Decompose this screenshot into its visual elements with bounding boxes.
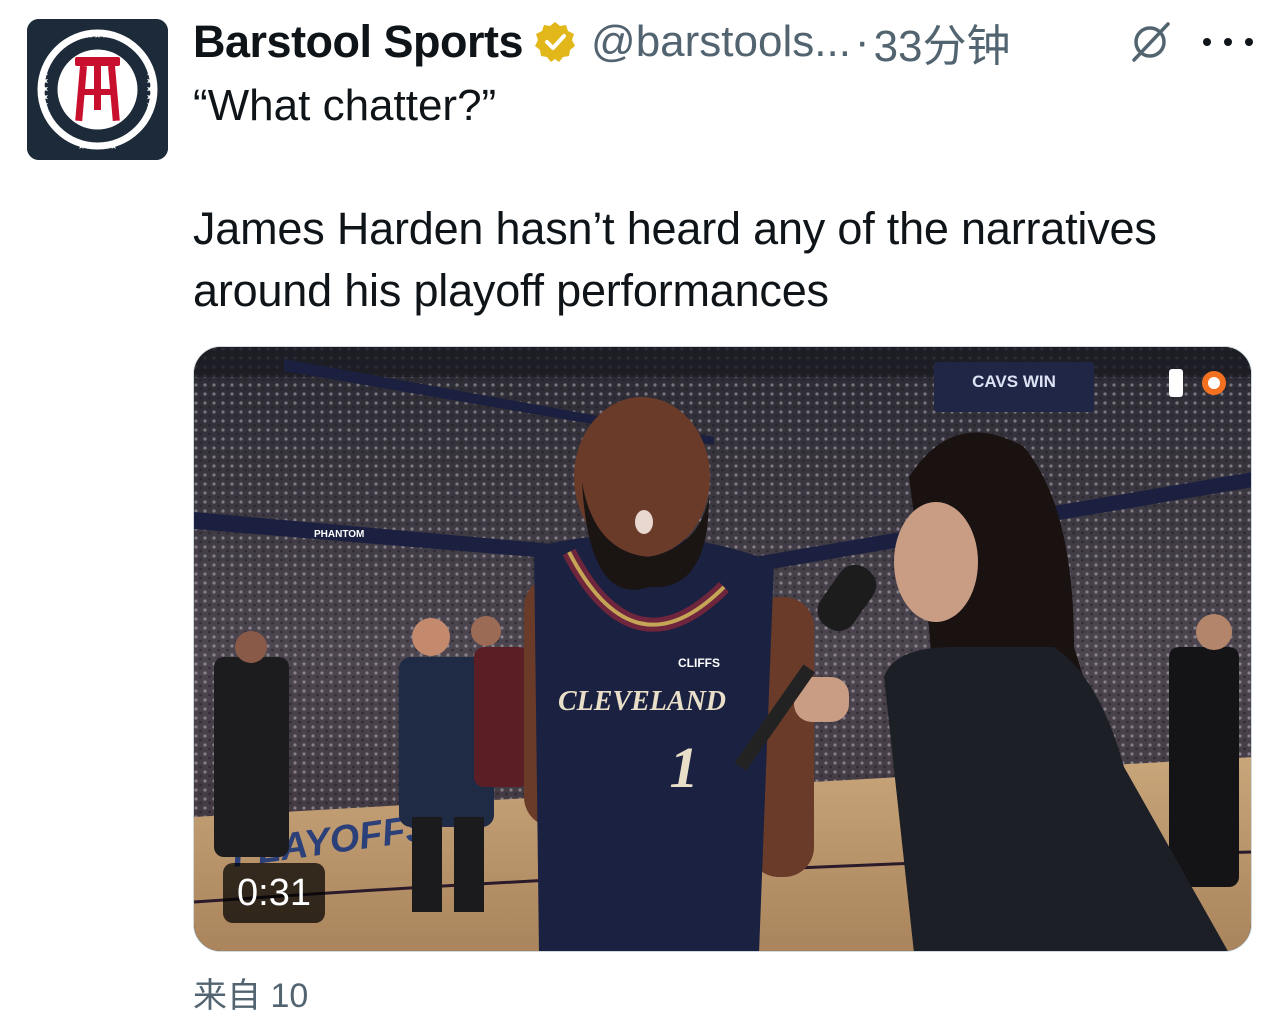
tweet-body: James Harden hasn’t heard any of the nar… — [193, 203, 1157, 316]
tweet-quote-line: “What chatter?” — [193, 81, 497, 130]
video-duration: 0:31 — [223, 863, 325, 923]
jersey-team-text: CLEVELAND — [558, 686, 726, 717]
banner-text: PHANTOM — [314, 529, 364, 540]
author-name[interactable]: Barstool Sports — [193, 16, 524, 68]
svg-text:★★★★★: ★★★★★ — [144, 69, 154, 109]
more-dot — [1224, 38, 1232, 46]
separator-dot: · — [854, 17, 870, 66]
more-dot — [1245, 38, 1253, 46]
jersey-number-text: 1 — [670, 735, 699, 800]
grok-icon[interactable] — [1128, 20, 1172, 64]
video-player[interactable]: CAVS WIN PHANTOM PLAYOFFS CLEVELAND 1 CL… — [193, 346, 1252, 952]
svg-text:★★★★★: ★★★★★ — [77, 142, 117, 152]
tweet-timestamp[interactable]: 33分钟 — [874, 10, 1011, 74]
svg-text:★★★★★: ★★★★★ — [41, 69, 51, 109]
svg-text:★★★★★: ★★★★★ — [77, 31, 117, 41]
verified-badge-icon — [533, 20, 577, 64]
scoreboard-text: CAVS WIN — [972, 372, 1056, 391]
more-icon[interactable] — [1203, 14, 1253, 70]
more-dot — [1203, 38, 1211, 46]
author-handle[interactable]: @barstools... — [591, 17, 851, 67]
author-avatar[interactable]: ★★★★★ ★★★★★ ★★★★★ ★★★★★ — [27, 19, 168, 160]
video-frame: CAVS WIN PHANTOM PLAYOFFS CLEVELAND 1 CL… — [194, 347, 1251, 951]
barstool-logo-icon: ★★★★★ ★★★★★ ★★★★★ ★★★★★ — [27, 19, 168, 160]
tweet-source: 来自 10 — [193, 977, 309, 1015]
tweet-header: Barstool Sports @barstools... · 33分钟 — [193, 14, 1268, 71]
jersey-patch-text: CLIFFS — [678, 656, 720, 670]
